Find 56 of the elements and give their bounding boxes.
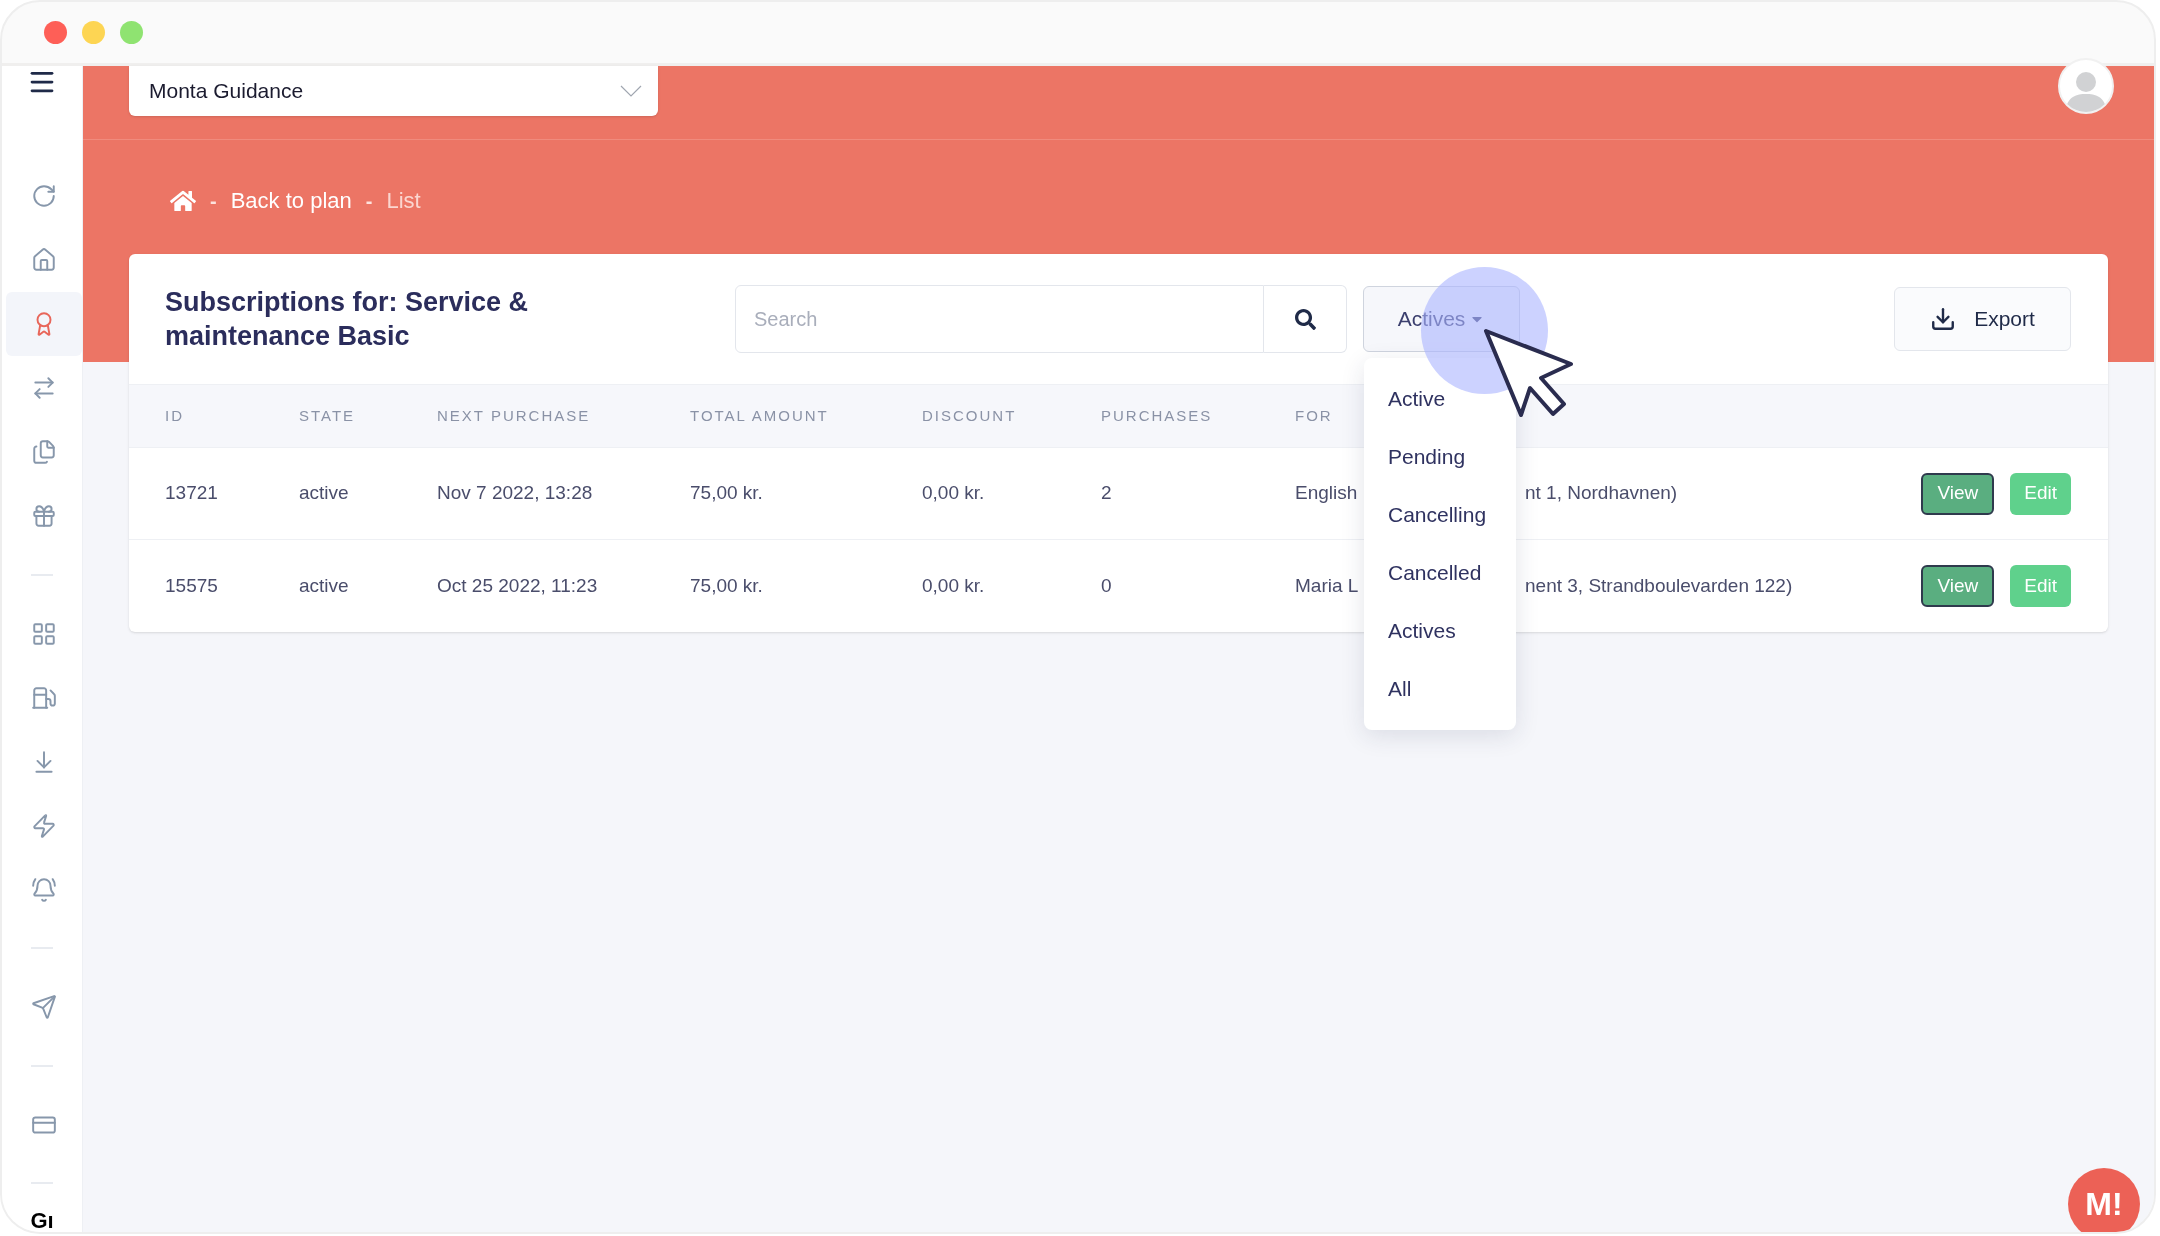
gift-icon [31, 503, 57, 530]
chevron-down-icon [620, 85, 642, 97]
search-field[interactable]: Search [735, 285, 1264, 353]
arrows-icon [31, 375, 57, 402]
filter-option[interactable]: Pending [1388, 441, 1466, 473]
filter-option[interactable]: Active [1388, 383, 1446, 415]
search-icon [1294, 308, 1316, 330]
workspace-select[interactable]: Monta Guidance [129, 66, 658, 116]
column-header: NEXT PURCHASE [437, 405, 592, 426]
sidebar-footer-text: Gı [30, 1210, 54, 1232]
table-cell-text: Oct 25 2022, 11:23 [437, 573, 599, 598]
grid-icon [31, 620, 57, 647]
search-button[interactable] [1264, 285, 1347, 353]
column-header: FOR [1295, 405, 1334, 426]
filter-option[interactable]: Actives [1388, 615, 1456, 647]
avatar[interactable] [2058, 58, 2114, 114]
column-header: PURCHASES [1101, 405, 1214, 426]
minimize-window-button[interactable] [82, 21, 105, 44]
card-title: Subscriptions for: Service & maintenance Basic [165, 286, 530, 353]
table-cell-text: 75,00 kr. [690, 573, 764, 598]
documents-icon [31, 439, 57, 466]
table-cell-text: nent 3, Strandboulevarden 122) [1525, 573, 1793, 598]
fuel-pump-icon [31, 684, 57, 711]
column-header: DISCOUNT [922, 405, 1018, 426]
paper-plane-icon [31, 994, 57, 1020]
refresh-icon [31, 183, 57, 210]
table-cell-text: 15575 [165, 573, 219, 598]
download-icon [1930, 306, 1957, 332]
breadcrumb-separator: - [210, 188, 217, 214]
filter-option[interactable]: Cancelled [1388, 557, 1482, 589]
bell-icon [31, 876, 57, 903]
table-cell-text: 0,00 kr. [922, 573, 986, 598]
table-cell-text: 75,00 kr. [690, 481, 764, 506]
table-cell-text: active [299, 481, 350, 506]
table-cell-text: 0 [1101, 573, 1113, 598]
maximize-window-button[interactable] [120, 21, 143, 44]
breadcrumb-current: List [386, 187, 421, 215]
close-window-button[interactable] [44, 21, 67, 44]
table-cell: Maria L [1295, 574, 1359, 596]
table-cell-text: active [299, 573, 350, 598]
lightning-icon [31, 812, 57, 839]
column-header: ID [165, 405, 185, 426]
home-icon [31, 247, 57, 274]
column-header: TOTAL AMOUNT [690, 405, 830, 426]
export-button[interactable]: Export [1894, 287, 2071, 351]
sidebar-item[interactable] [6, 292, 82, 357]
table-cell-text: nt 1, Nordhavnen) [1525, 481, 1678, 506]
table-cell-text: 2 [1101, 481, 1113, 506]
filter-option[interactable]: All [1388, 673, 1412, 705]
breadcrumb-separator: - [365, 188, 373, 214]
column-header: STATE [299, 405, 357, 426]
table-cell: English [1295, 482, 1358, 504]
filter-option[interactable]: Cancelling [1388, 499, 1487, 531]
table-cell-text: 13721 [165, 481, 219, 506]
table-cell-text: Nov 7 2022, 13:28 [437, 481, 594, 506]
table-cell-text: 0,00 kr. [922, 481, 986, 506]
